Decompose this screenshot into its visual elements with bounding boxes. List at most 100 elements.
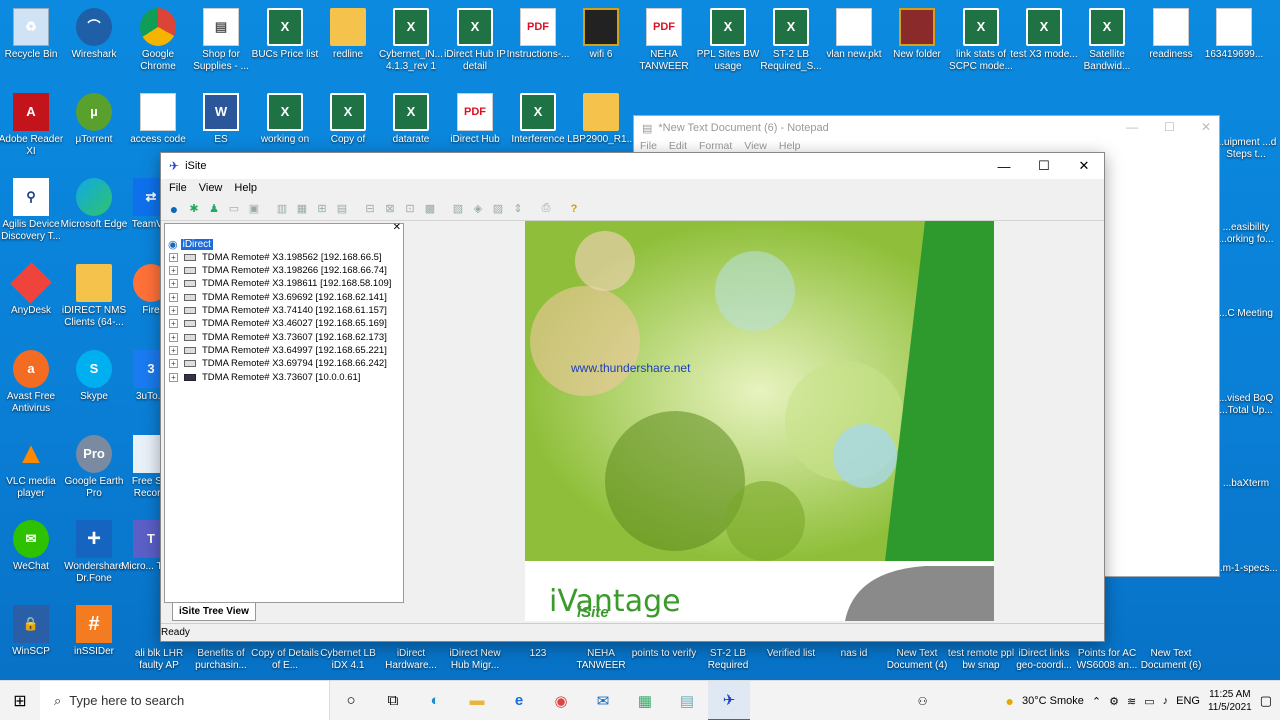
- desktop-icon[interactable]: PDF Instructions-...: [504, 8, 572, 61]
- desktop-icon[interactable]: Benefits of purchasin...: [187, 648, 255, 672]
- group-icon[interactable]: ♟: [205, 200, 223, 218]
- expand-icon[interactable]: +: [169, 279, 178, 288]
- taskbar-edge[interactable]: ◐: [414, 681, 456, 720]
- desktop-icon[interactable]: 🔒 WinSCP: [0, 605, 65, 658]
- tool-icon[interactable]: ▧: [449, 200, 467, 218]
- desktop-icon[interactable]: LBP2900_R1...: [567, 93, 635, 146]
- desktop-icon[interactable]: 163419699...: [1200, 8, 1268, 61]
- desktop-icon[interactable]: ▲ VLC media player: [0, 435, 65, 500]
- desktop-icon[interactable]: ali blk LHR faulty AP: [124, 648, 194, 672]
- desktop-icon[interactable]: X Interference: [504, 93, 572, 146]
- desktop-icon[interactable]: AnyDesk: [0, 262, 65, 317]
- expand-icon[interactable]: +: [169, 293, 178, 302]
- desktop-icon[interactable]: nas id: [820, 648, 888, 660]
- close-button[interactable]: ✕: [1064, 153, 1104, 179]
- desktop-icon[interactable]: iDirect New Hub Migr...: [441, 648, 509, 672]
- desktop-icon[interactable]: NEHA TANWEER: [567, 648, 635, 672]
- taskbar-chrome[interactable]: ◉: [540, 681, 582, 720]
- desktop-icon[interactable]: ...uipment ...d Steps t...: [1212, 137, 1280, 161]
- search-box[interactable]: ⌕ Type here to search: [40, 680, 330, 720]
- desktop-icon[interactable]: Copy of Details of E...: [251, 648, 319, 672]
- desktop-icon[interactable]: wifi 6: [567, 8, 635, 61]
- tool-icon[interactable]: ⊠: [381, 200, 399, 218]
- desktop-icon[interactable]: Cybernet LB iDX 4.1: [314, 648, 382, 672]
- tool-icon[interactable]: ⊞: [313, 200, 331, 218]
- tool-icon[interactable]: ⊡: [401, 200, 419, 218]
- tree-node-remote[interactable]: + TDMA Remote# X3.69692 [192.168.62.141]: [169, 292, 387, 303]
- tool-icon[interactable]: ◈: [469, 200, 487, 218]
- notification-icon[interactable]: ▢: [1260, 693, 1272, 709]
- desktop-icon[interactable]: X Cybernet_iN... 4.1.3_rev 1: [377, 8, 445, 73]
- tree-node-remote[interactable]: + TDMA Remote# X3.69794 [192.168.66.242]: [169, 358, 387, 369]
- language-indicator[interactable]: ENG: [1176, 695, 1200, 707]
- tree-node-remote[interactable]: + TDMA Remote# X3.198266 [192.168.66.74]: [169, 265, 387, 276]
- tree-node-remote[interactable]: + TDMA Remote# X3.46027 [192.168.65.169]: [169, 318, 387, 329]
- desktop-icon[interactable]: points to verify: [630, 648, 698, 660]
- desktop-icon[interactable]: readiness: [1137, 8, 1205, 61]
- tree-root[interactable]: ◉ iDirect: [168, 238, 213, 251]
- connect-icon[interactable]: ✱: [185, 200, 203, 218]
- desktop-icon[interactable]: ...baXterm: [1212, 478, 1280, 490]
- battery-icon[interactable]: ▭: [1144, 695, 1154, 708]
- desktop-icon[interactable]: A Adobe Reader XI: [0, 93, 65, 158]
- expand-icon[interactable]: +: [169, 306, 178, 315]
- desktop-icon[interactable]: ⌒ Wireshark: [60, 8, 128, 61]
- close-icon[interactable]: ✕: [393, 222, 401, 233]
- maximize-icon[interactable]: ☐: [1164, 120, 1175, 134]
- desktop-icon[interactable]: New Text Document (6): [1137, 648, 1205, 672]
- isite-window[interactable]: ✈ iSite — ☐ ✕ File View Help ● ✱ ♟ ▭ ▣ ▥…: [160, 152, 1105, 642]
- desktop-icon[interactable]: New folder: [883, 8, 951, 61]
- expand-icon[interactable]: +: [169, 253, 178, 262]
- desktop-icon[interactable]: # inSSIDer: [60, 605, 128, 658]
- tool-icon[interactable]: ⊟: [361, 200, 379, 218]
- expand-icon[interactable]: +: [169, 373, 178, 382]
- tool-icon[interactable]: ▥: [273, 200, 291, 218]
- desktop-icon[interactable]: Google Chrome: [124, 8, 192, 73]
- taskbar-app[interactable]: ▦: [624, 681, 666, 720]
- desktop-icon[interactable]: Xworking on: [251, 93, 319, 146]
- desktop-icon[interactable]: test remote ppl bw snap: [947, 648, 1015, 672]
- save-icon[interactable]: ▣: [245, 200, 263, 218]
- start-button[interactable]: ⊞: [0, 681, 40, 720]
- desktop-icon[interactable]: X BUCs Price list: [251, 8, 319, 61]
- desktop-icon[interactable]: ▤ Shop for Supplies - ...: [187, 8, 255, 73]
- desktop-icon[interactable]: vlan new.pkt: [820, 8, 888, 61]
- taskbar-ie[interactable]: e: [498, 681, 540, 720]
- desktop-icon[interactable]: ...C Meeting: [1212, 308, 1280, 320]
- desktop-icon[interactable]: ...easibility ...orking fo...: [1212, 222, 1280, 246]
- tree-node-remote[interactable]: + TDMA Remote# X3.198562 [192.168.66.5]: [169, 252, 382, 263]
- tool-icon[interactable]: ▤: [333, 200, 351, 218]
- tree-node-remote[interactable]: + TDMA Remote# X3.64997 [192.168.65.221]: [169, 345, 387, 356]
- desktop-icon[interactable]: X PPL Sites BW usage: [694, 8, 762, 73]
- desktop-icon[interactable]: ST-2 LB Required: [694, 648, 762, 672]
- open-icon[interactable]: ▭: [225, 200, 243, 218]
- expand-icon[interactable]: +: [169, 346, 178, 355]
- menu-file[interactable]: File: [169, 182, 187, 194]
- isite-titlebar[interactable]: ✈ iSite: [161, 153, 1104, 179]
- tool-icon[interactable]: ▨: [489, 200, 507, 218]
- wifi-icon[interactable]: ≋: [1127, 695, 1136, 708]
- desktop-icon[interactable]: access code: [124, 93, 192, 146]
- desktop-icon[interactable]: µ µTorrent: [60, 93, 128, 146]
- menu-help[interactable]: Help: [234, 182, 257, 194]
- expand-icon[interactable]: +: [169, 333, 178, 342]
- desktop-icon[interactable]: X Satellite Bandwid...: [1073, 8, 1141, 73]
- desktop-icon[interactable]: X ST-2 LB Required_S...: [757, 8, 825, 73]
- chevron-up-icon[interactable]: ⌃: [1092, 695, 1101, 708]
- weather-text[interactable]: 30°C Smoke: [1022, 695, 1084, 707]
- desktop-icon[interactable]: W ES: [187, 93, 255, 146]
- desktop-icon[interactable]: Verified list: [757, 648, 825, 660]
- taskbar-explorer[interactable]: ▬: [456, 681, 498, 720]
- tree-node-remote[interactable]: + TDMA Remote# X3.73607 [10.0.0.61]: [169, 372, 360, 383]
- network-tray-icon[interactable]: ⚙: [1109, 695, 1119, 708]
- help-icon[interactable]: ?: [565, 200, 583, 218]
- people-icon[interactable]: ⚇: [918, 695, 928, 708]
- desktop-icon[interactable]: New Text Document (4): [883, 648, 951, 672]
- desktop-icon[interactable]: Xtest X3 mode...: [1010, 8, 1078, 61]
- desktop-icon[interactable]: ...m-1-specs...: [1212, 563, 1280, 575]
- desktop-icon[interactable]: Xdatarate: [377, 93, 445, 146]
- desktop-icon[interactable]: ...vised BoQ ...Total Up...: [1212, 393, 1280, 417]
- maximize-button[interactable]: ☐: [1024, 153, 1064, 179]
- taskbar-notepad[interactable]: ▤: [666, 681, 708, 720]
- minimize-icon[interactable]: —: [1126, 120, 1138, 134]
